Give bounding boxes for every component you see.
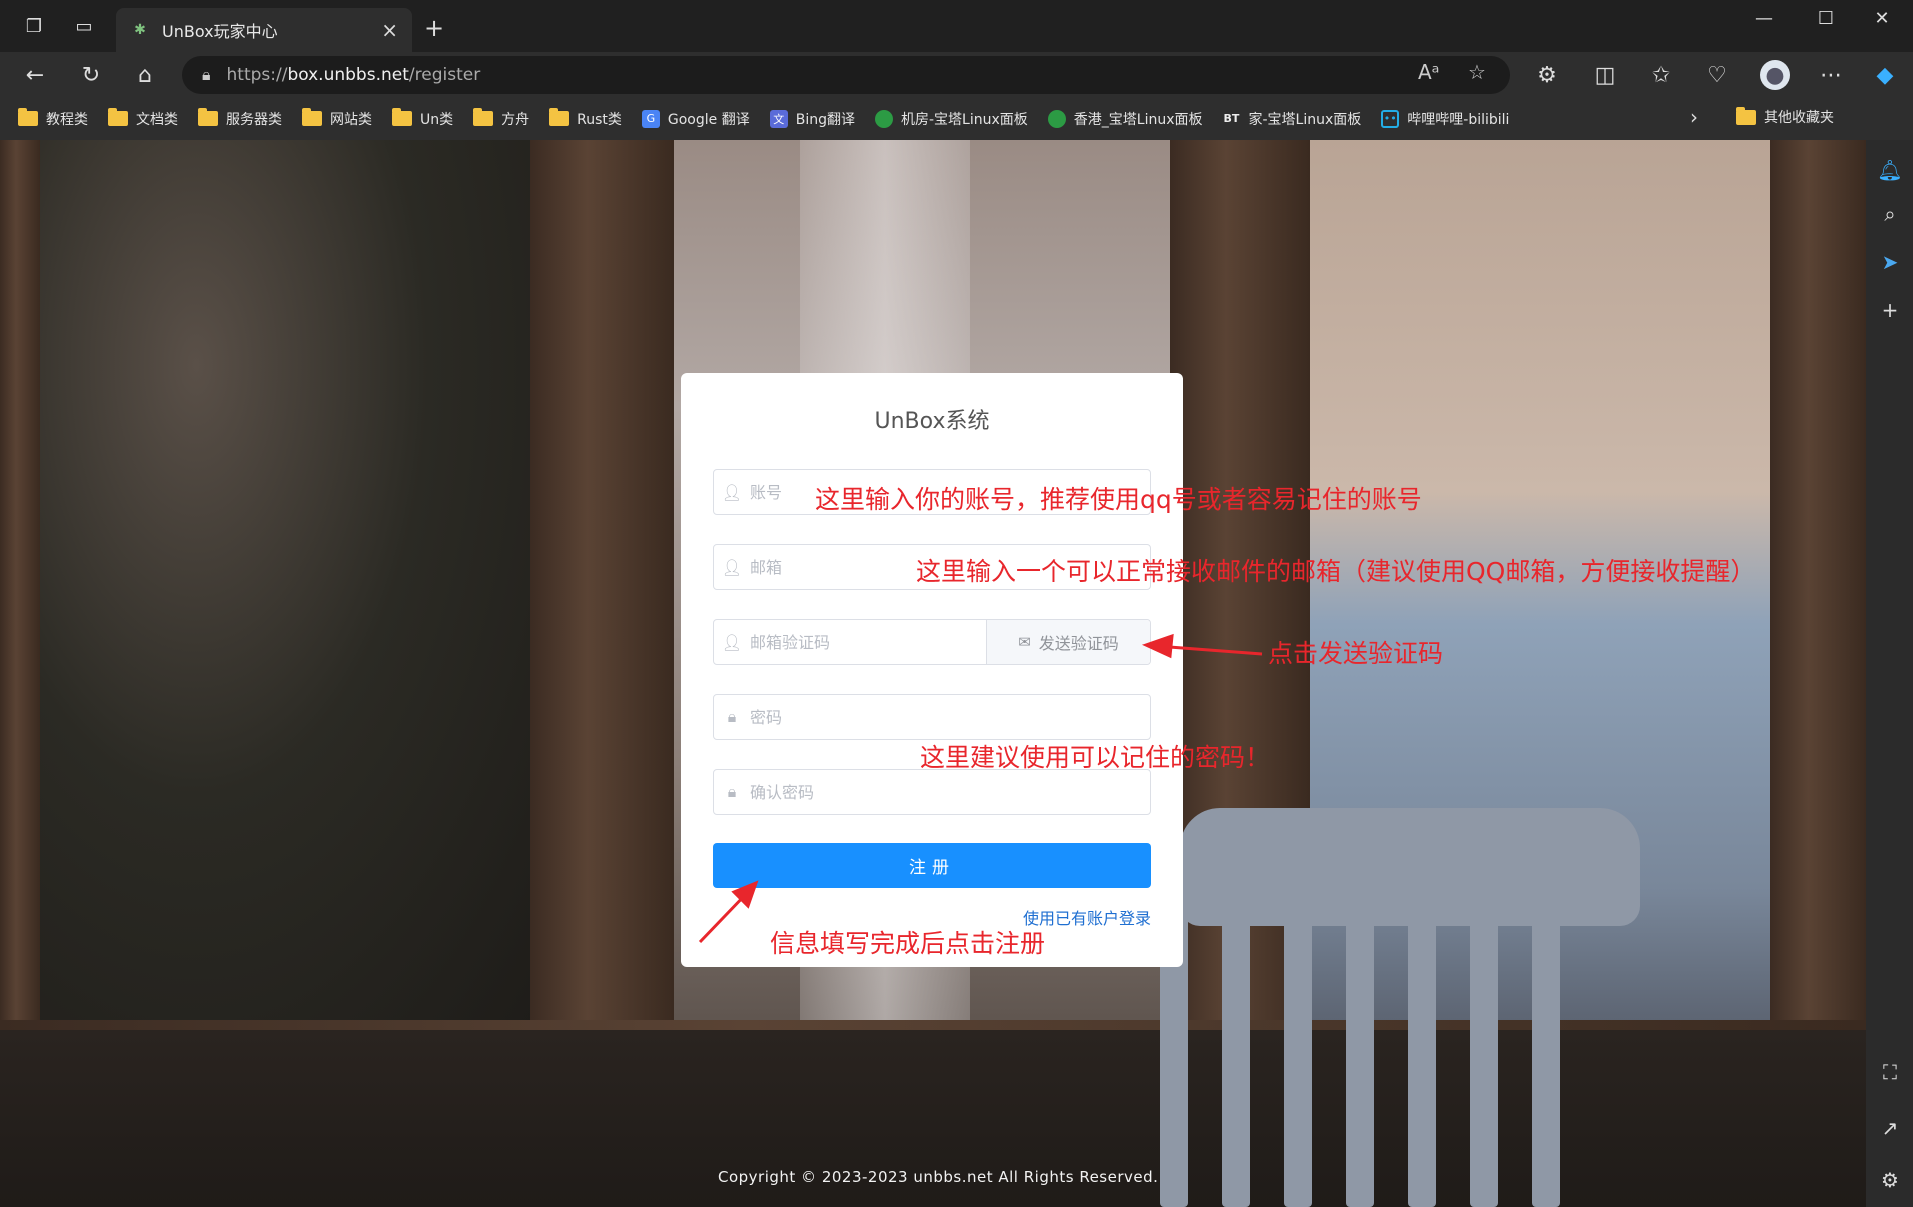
- favorites-icon[interactable]: ✩: [1646, 60, 1676, 90]
- bell-icon[interactable]: 🔔︎: [1876, 156, 1904, 184]
- bookmark-folder-un[interactable]: Un类: [392, 108, 454, 129]
- more-menu-icon[interactable]: ⋯: [1816, 60, 1846, 90]
- home-icon[interactable]: ⌂: [130, 60, 160, 90]
- bookmark-folder-ark[interactable]: 方舟: [473, 108, 530, 129]
- bookmark-label: 方舟: [501, 111, 530, 128]
- bookmark-label: Google 翻译: [667, 111, 750, 128]
- add-icon[interactable]: +: [1876, 296, 1904, 324]
- tab-title: UnBox玩家中心: [162, 22, 278, 41]
- bookmark-label: 文档类: [136, 111, 178, 128]
- read-aloud-icon[interactable]: A︎ᵃ: [1418, 60, 1440, 84]
- url-protocol: https://: [226, 65, 288, 85]
- copilot-icon[interactable]: ◆: [1870, 60, 1900, 90]
- copyright-footer: Copyright © 2023-2023 unbbs.net All Righ…: [718, 1168, 1159, 1186]
- bookmark-label: 教程类: [46, 111, 88, 128]
- back-icon[interactable]: ←: [20, 60, 50, 90]
- close-window-icon[interactable]: ✕: [1862, 8, 1902, 29]
- refresh-icon[interactable]: ↻: [76, 60, 106, 90]
- bookmarks-bar: 教程类 文档类 服务器类 网站类 Un类 方舟 Rust类 G Google 翻译…: [0, 97, 1913, 140]
- unbox-favicon-icon: ✱: [134, 22, 146, 38]
- screenshot-icon[interactable]: ⛶: [1876, 1058, 1904, 1086]
- browser-essentials-icon[interactable]: ♡: [1702, 60, 1732, 90]
- folder-icon: [549, 108, 570, 126]
- bookmark-folder-tutorials[interactable]: 教程类: [18, 108, 88, 129]
- edge-sidebar: 🔔︎ ⌕ ➤ + ⛶ ↗ ⚙: [1866, 140, 1913, 1207]
- folder-icon: [108, 108, 128, 126]
- bookmark-label: 机房-宝塔Linux面板: [900, 111, 1028, 128]
- split-screen-icon[interactable]: ◫: [1590, 60, 1620, 90]
- bookmark-baota-home[interactable]: BT 家-宝塔Linux面板: [1222, 109, 1362, 129]
- bookmark-label: Bing翻译: [795, 111, 855, 128]
- workspaces-icon[interactable]: ❐: [20, 12, 48, 40]
- bookmark-other-favorites[interactable]: 其他收藏夹: [1736, 106, 1834, 127]
- maximize-icon[interactable]: ☐: [1806, 8, 1846, 29]
- bookmark-label: 香港_宝塔Linux面板: [1073, 111, 1203, 128]
- url-host: box.unbbs.net: [287, 65, 409, 85]
- bookmark-baota-datacenter[interactable]: 机房-宝塔Linux面板: [874, 109, 1028, 129]
- bookmark-label: 哔哩哔哩-bilibili: [1407, 111, 1510, 128]
- tab-actions-icon[interactable]: ▭: [70, 12, 98, 40]
- folder-icon: [302, 108, 322, 126]
- profile-avatar-icon[interactable]: ●: [1760, 60, 1790, 90]
- bookmark-label: Un类: [420, 111, 454, 128]
- tab-active[interactable]: ✱ UnBox玩家中心 ×: [116, 8, 412, 52]
- lock-icon: 🔒︎: [202, 65, 211, 84]
- annotation-arrows: [698, 633, 1263, 944]
- settings-gear-icon[interactable]: ⚙: [1876, 1166, 1904, 1194]
- bing-translate-icon: 文: [769, 109, 788, 128]
- folder-icon: [198, 108, 218, 126]
- arrow-head-send-code: [1141, 633, 1174, 659]
- bookmark-folder-docs[interactable]: 文档类: [108, 108, 178, 129]
- baota-icon: [1047, 109, 1066, 128]
- baota-icon: [874, 109, 893, 128]
- bilibili-icon: ••: [1381, 109, 1400, 128]
- bookmark-folder-rust[interactable]: Rust类: [549, 108, 622, 129]
- google-translate-icon: G: [641, 109, 660, 128]
- bookmark-bing-translate[interactable]: 文 Bing翻译: [769, 109, 855, 129]
- bookmark-label: 服务器类: [226, 111, 282, 128]
- bookmark-label: 家-宝塔Linux面板: [1248, 111, 1362, 128]
- folder-icon: [473, 108, 494, 126]
- open-external-icon[interactable]: ↗: [1876, 1114, 1904, 1142]
- browser-window: ❐ ▭ ✱ UnBox玩家中心 × + — ☐ ✕ ← ↻ ⌂ 🔒︎ https…: [0, 0, 1913, 1207]
- folder-icon: [1736, 106, 1756, 125]
- bookmark-baota-hongkong[interactable]: 香港_宝塔Linux面板: [1047, 109, 1203, 129]
- bookmark-folder-websites[interactable]: 网站类: [302, 108, 372, 129]
- folder-icon: [18, 108, 38, 126]
- bookmark-folder-servers[interactable]: 服务器类: [198, 108, 282, 129]
- toolbar: ← ↻ ⌂ 🔒︎ https://box.unbbs.net/register …: [0, 52, 1913, 97]
- address-bar[interactable]: 🔒︎ https://box.unbbs.net/register: [182, 56, 1510, 94]
- extensions-icon[interactable]: ⚙︎: [1532, 60, 1562, 90]
- bt-icon: BT: [1222, 109, 1241, 128]
- bookmark-label: Rust类: [577, 111, 622, 128]
- new-tab-icon[interactable]: +: [424, 14, 444, 42]
- bookmark-label: 其他收藏夹: [1764, 110, 1834, 126]
- minimize-icon[interactable]: —: [1744, 8, 1784, 29]
- bookmark-bilibili[interactable]: •• 哔哩哔哩-bilibili: [1381, 109, 1509, 129]
- chevron-right-icon[interactable]: ›: [1690, 105, 1698, 129]
- page-content: UnBox系统 👤︎ 👤︎ 👤︎ ✉ 发送验证码 🔒︎: [0, 140, 1866, 1207]
- bookmark-google-translate[interactable]: G Google 翻译: [641, 109, 750, 129]
- folder-icon: [392, 108, 412, 126]
- tab-strip: ❐ ▭ ✱ UnBox玩家中心 × + — ☐ ✕: [0, 0, 1913, 52]
- bookmark-label: 网站类: [330, 111, 372, 128]
- search-icon[interactable]: ⌕: [1876, 200, 1904, 228]
- send-icon[interactable]: ➤: [1876, 248, 1904, 276]
- url-path: /register: [408, 65, 481, 85]
- close-tab-icon[interactable]: ×: [381, 18, 398, 42]
- favorite-star-icon[interactable]: ☆: [1468, 60, 1486, 84]
